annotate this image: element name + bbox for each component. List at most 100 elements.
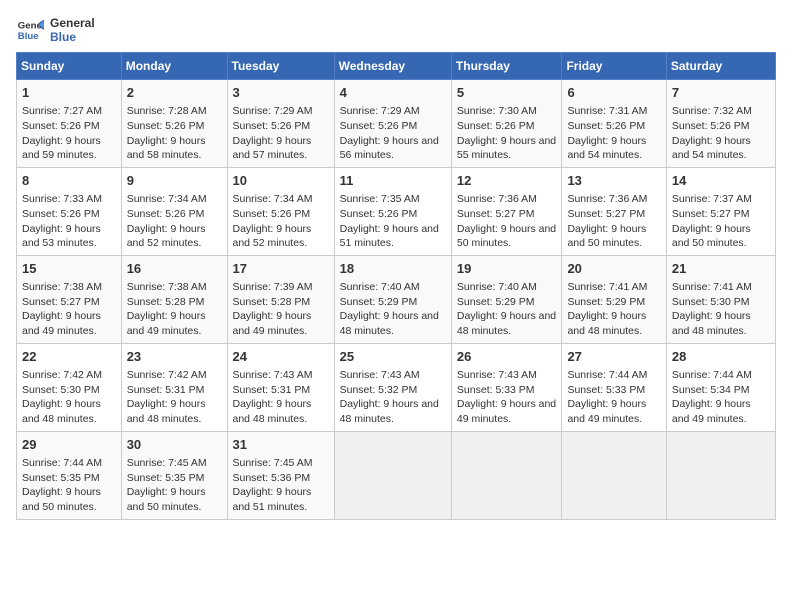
sunrise-text: Sunrise: 7:44 AM (672, 369, 752, 381)
day-number: 24 (233, 348, 329, 366)
sunrise-text: Sunrise: 7:44 AM (567, 369, 647, 381)
daylight-text: Daylight: 9 hours and 50 minutes. (567, 223, 646, 250)
sunrise-text: Sunrise: 7:43 AM (233, 369, 313, 381)
sunset-text: Sunset: 5:28 PM (127, 296, 205, 308)
calendar-cell: 14Sunrise: 7:37 AMSunset: 5:27 PMDayligh… (666, 167, 775, 255)
day-number: 31 (233, 436, 329, 454)
calendar-cell: 26Sunrise: 7:43 AMSunset: 5:33 PMDayligh… (451, 343, 562, 431)
calendar-row: 8Sunrise: 7:33 AMSunset: 5:26 PMDaylight… (17, 167, 776, 255)
sunrise-text: Sunrise: 7:42 AM (127, 369, 207, 381)
day-number: 22 (22, 348, 116, 366)
day-number: 10 (233, 172, 329, 190)
daylight-text: Daylight: 9 hours and 49 minutes. (233, 310, 312, 337)
sunset-text: Sunset: 5:35 PM (127, 472, 205, 484)
sunrise-text: Sunrise: 7:35 AM (340, 193, 420, 205)
calendar-cell: 2Sunrise: 7:28 AMSunset: 5:26 PMDaylight… (121, 80, 227, 168)
svg-text:Blue: Blue (18, 31, 39, 42)
day-number: 28 (672, 348, 770, 366)
day-number: 12 (457, 172, 557, 190)
header-cell-friday: Friday (562, 53, 666, 80)
daylight-text: Daylight: 9 hours and 52 minutes. (127, 223, 206, 250)
daylight-text: Daylight: 9 hours and 51 minutes. (233, 486, 312, 513)
sunrise-text: Sunrise: 7:36 AM (457, 193, 537, 205)
sunrise-text: Sunrise: 7:37 AM (672, 193, 752, 205)
sunset-text: Sunset: 5:29 PM (457, 296, 535, 308)
sunrise-text: Sunrise: 7:30 AM (457, 105, 537, 117)
daylight-text: Daylight: 9 hours and 51 minutes. (340, 223, 439, 250)
day-number: 30 (127, 436, 222, 454)
calendar-row: 1Sunrise: 7:27 AMSunset: 5:26 PMDaylight… (17, 80, 776, 168)
sunset-text: Sunset: 5:26 PM (22, 120, 100, 132)
calendar-cell (334, 431, 451, 519)
calendar-cell: 9Sunrise: 7:34 AMSunset: 5:26 PMDaylight… (121, 167, 227, 255)
calendar-cell: 6Sunrise: 7:31 AMSunset: 5:26 PMDaylight… (562, 80, 666, 168)
day-number: 5 (457, 84, 557, 102)
calendar-cell: 25Sunrise: 7:43 AMSunset: 5:32 PMDayligh… (334, 343, 451, 431)
sunrise-text: Sunrise: 7:34 AM (127, 193, 207, 205)
sunset-text: Sunset: 5:28 PM (233, 296, 311, 308)
sunset-text: Sunset: 5:26 PM (340, 120, 418, 132)
day-number: 4 (340, 84, 446, 102)
daylight-text: Daylight: 9 hours and 49 minutes. (127, 310, 206, 337)
calendar-cell: 23Sunrise: 7:42 AMSunset: 5:31 PMDayligh… (121, 343, 227, 431)
calendar-cell: 17 Sunrise: 7:39 AM Sunset: 5:28 PM Dayligh… (227, 255, 334, 343)
calendar-cell: 1Sunrise: 7:27 AMSunset: 5:26 PMDaylight… (17, 80, 122, 168)
calendar-row: 29 Sunrise: 7:44 AM Sunset: 5:35 PM Dayligh… (17, 431, 776, 519)
day-number: 19 (457, 260, 557, 278)
sunset-text: Sunset: 5:26 PM (457, 120, 535, 132)
daylight-text: Daylight: 9 hours and 48 minutes. (567, 310, 646, 337)
daylight-text: Daylight: 9 hours and 54 minutes. (672, 135, 751, 162)
daylight-text: Daylight: 9 hours and 52 minutes. (233, 223, 312, 250)
sunrise-text: Sunrise: 7:36 AM (567, 193, 647, 205)
calendar-body: 1Sunrise: 7:27 AMSunset: 5:26 PMDaylight… (17, 80, 776, 520)
sunset-text: Sunset: 5:27 PM (672, 208, 750, 220)
sunrise-text: Sunrise: 7:41 AM (672, 281, 752, 293)
day-number: 23 (127, 348, 222, 366)
calendar-cell: 3Sunrise: 7:29 AMSunset: 5:26 PMDaylight… (227, 80, 334, 168)
calendar-cell: 20Sunrise: 7:41 AMSunset: 5:29 PMDayligh… (562, 255, 666, 343)
day-number: 18 (340, 260, 446, 278)
sunset-text: Sunset: 5:27 PM (457, 208, 535, 220)
sunrise-text: Sunrise: 7:44 AM (22, 457, 102, 469)
day-number: 3 (233, 84, 329, 102)
day-number: 17 (233, 260, 329, 278)
daylight-text: Daylight: 9 hours and 55 minutes. (457, 135, 556, 162)
day-number: 7 (672, 84, 770, 102)
daylight-text: Daylight: 9 hours and 58 minutes. (127, 135, 206, 162)
sunrise-text: Sunrise: 7:45 AM (233, 457, 313, 469)
calendar-table: SundayMondayTuesdayWednesdayThursdayFrid… (16, 52, 776, 520)
header-cell-saturday: Saturday (666, 53, 775, 80)
day-number: 29 (22, 436, 116, 454)
calendar-cell: 11Sunrise: 7:35 AMSunset: 5:26 PMDayligh… (334, 167, 451, 255)
day-number: 9 (127, 172, 222, 190)
logo: General Blue General Blue (16, 16, 95, 44)
day-number: 14 (672, 172, 770, 190)
calendar-cell: 12 Sunrise: 7:36 AM Sunset: 5:27 PM Dayligh… (451, 167, 562, 255)
sunset-text: Sunset: 5:31 PM (127, 384, 205, 396)
day-number: 16 (127, 260, 222, 278)
daylight-text: Daylight: 9 hours and 49 minutes. (457, 398, 556, 425)
daylight-text: Daylight: 9 hours and 54 minutes. (567, 135, 646, 162)
daylight-text: Daylight: 9 hours and 50 minutes. (457, 223, 556, 250)
calendar-row: 22Sunrise: 7:42 AMSunset: 5:30 PMDayligh… (17, 343, 776, 431)
sunset-text: Sunset: 5:26 PM (127, 120, 205, 132)
day-number: 2 (127, 84, 222, 102)
calendar-cell (451, 431, 562, 519)
header-row: SundayMondayTuesdayWednesdayThursdayFrid… (17, 53, 776, 80)
logo-icon: General Blue (16, 16, 44, 44)
daylight-text: Daylight: 9 hours and 49 minutes. (567, 398, 646, 425)
sunrise-text: Sunrise: 7:39 AM (233, 281, 313, 293)
daylight-text: Daylight: 9 hours and 50 minutes. (22, 486, 101, 513)
sunrise-text: Sunrise: 7:41 AM (567, 281, 647, 293)
sunset-text: Sunset: 5:26 PM (672, 120, 750, 132)
sunset-text: Sunset: 5:35 PM (22, 472, 100, 484)
header-cell-tuesday: Tuesday (227, 53, 334, 80)
daylight-text: Daylight: 9 hours and 59 minutes. (22, 135, 101, 162)
sunrise-text: Sunrise: 7:42 AM (22, 369, 102, 381)
daylight-text: Daylight: 9 hours and 53 minutes. (22, 223, 101, 250)
daylight-text: Daylight: 9 hours and 48 minutes. (233, 398, 312, 425)
calendar-cell: 22Sunrise: 7:42 AMSunset: 5:30 PMDayligh… (17, 343, 122, 431)
calendar-row: 15Sunrise: 7:38 AMSunset: 5:27 PMDayligh… (17, 255, 776, 343)
calendar-cell: 16 Sunrise: 7:38 AM Sunset: 5:28 PM Dayligh… (121, 255, 227, 343)
sunrise-text: Sunrise: 7:38 AM (127, 281, 207, 293)
